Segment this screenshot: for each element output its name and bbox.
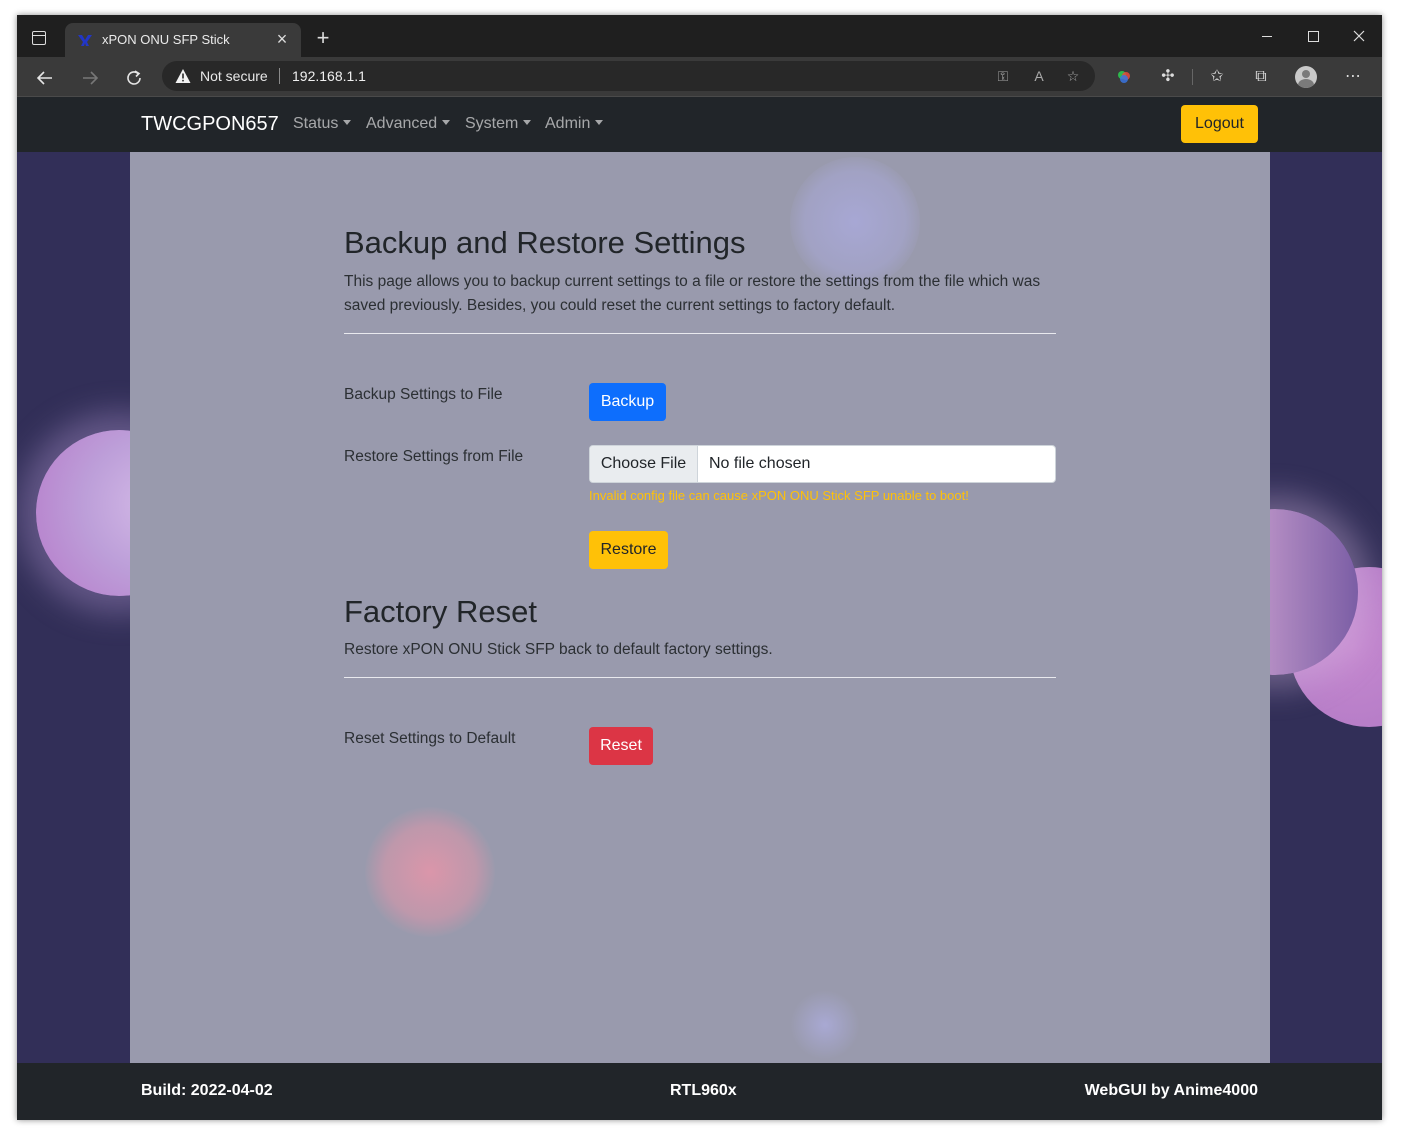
- restore-settings-label: Restore Settings from File: [344, 448, 524, 465]
- close-tab-icon[interactable]: ×: [271, 28, 293, 50]
- new-tab-button[interactable]: +: [311, 26, 335, 50]
- browser-titlebar: xPON ONU SFP Stick × +: [17, 15, 1382, 57]
- key-icon[interactable]: ⚿: [992, 66, 1014, 86]
- back-button[interactable]: [31, 63, 59, 91]
- toolbar-divider: [1192, 69, 1193, 85]
- page-footer: Build: 2022-04-02 RTL960x WebGUI by Anim…: [17, 1063, 1382, 1120]
- maximize-button[interactable]: [1290, 15, 1336, 57]
- background-glow-bottom: [790, 990, 860, 1060]
- address-divider: [279, 68, 280, 84]
- tab-title: xPON ONU SFP Stick: [102, 32, 230, 47]
- extensions-puzzle-icon[interactable]: ✣: [1156, 66, 1180, 88]
- browser-tab[interactable]: xPON ONU SFP Stick ×: [65, 23, 301, 57]
- dropdown-caret-icon: [523, 120, 532, 125]
- main-panel: Backup and Restore Settings This page al…: [130, 152, 1270, 1063]
- nav-menu-admin[interactable]: Admin: [545, 115, 604, 133]
- section-divider: [344, 677, 1056, 678]
- address-bar[interactable]: Not secure 192.168.1.1 ⚿ A ☆: [162, 61, 1095, 91]
- dropdown-caret-icon: [343, 120, 352, 125]
- collections-icon[interactable]: ⧉: [1249, 66, 1273, 88]
- profile-avatar-icon[interactable]: [1295, 66, 1317, 88]
- favorites-icon[interactable]: ✩: [1205, 66, 1229, 88]
- site-favicon-icon: [78, 35, 92, 46]
- browser-window: xPON ONU SFP Stick × + Not secure 192.16…: [17, 15, 1382, 1120]
- backup-restore-description: This page allows you to backup current s…: [344, 273, 1041, 314]
- nav-menu-advanced[interactable]: Advanced: [366, 115, 451, 133]
- read-aloud-icon[interactable]: A: [1028, 66, 1050, 86]
- top-navbar: TWCGPON657 Status Advanced System Admin …: [17, 97, 1382, 152]
- restore-file-input[interactable]: Choose File No file chosen: [589, 445, 1056, 483]
- backup-settings-label: Backup Settings to File: [344, 386, 503, 403]
- backup-restore-title: Backup and Restore Settings: [344, 225, 746, 260]
- factory-reset-description: Restore xPON ONU Stick SFP back to defau…: [344, 641, 773, 658]
- dropdown-caret-icon: [595, 120, 604, 125]
- chip-model-text: RTL960x: [670, 1082, 737, 1099]
- nav-menu-system-label: System: [465, 115, 519, 132]
- back-arrow-icon: [36, 71, 52, 85]
- nav-menu-advanced-label: Advanced: [366, 115, 438, 132]
- tab-actions-menu-icon[interactable]: [32, 31, 46, 45]
- browser-toolbar: Not secure 192.168.1.1 ⚿ A ☆ ✣ ✩ ⧉ ⋯: [17, 57, 1382, 97]
- nav-menu-status-label: Status: [293, 115, 339, 132]
- minimize-icon: [1262, 35, 1272, 37]
- background-glow-top: [790, 157, 920, 287]
- dropdown-caret-icon: [442, 120, 451, 125]
- forward-button[interactable]: [76, 63, 104, 91]
- nav-menu-system[interactable]: System: [465, 115, 532, 133]
- nav-menu-status[interactable]: Status: [293, 115, 352, 133]
- forward-arrow-icon: [83, 71, 99, 85]
- warning-icon: [175, 69, 191, 83]
- factory-reset-title: Factory Reset: [344, 594, 537, 629]
- nav-menu-admin-label: Admin: [545, 115, 591, 132]
- build-date-text: Build: 2022-04-02: [141, 1082, 273, 1099]
- restore-warning-text: Invalid config file can cause xPON ONU S…: [589, 488, 969, 503]
- close-icon: [1353, 30, 1365, 42]
- url-text[interactable]: 192.168.1.1: [292, 68, 366, 84]
- section-divider: [344, 333, 1056, 334]
- minimize-button[interactable]: [1244, 15, 1290, 57]
- security-status-label[interactable]: Not secure: [200, 68, 268, 84]
- reset-settings-label: Reset Settings to Default: [344, 730, 516, 747]
- maximize-icon: [1307, 30, 1319, 42]
- extension-color-icon[interactable]: [1112, 66, 1136, 88]
- reset-button[interactable]: Reset: [589, 727, 653, 765]
- logout-button[interactable]: Logout: [1181, 105, 1258, 143]
- refresh-icon: [127, 70, 141, 85]
- add-favorite-icon[interactable]: ☆: [1062, 66, 1084, 86]
- close-window-button[interactable]: [1336, 15, 1382, 57]
- brand-name[interactable]: TWCGPON657: [141, 113, 279, 136]
- backup-button[interactable]: Backup: [589, 383, 666, 421]
- restore-button[interactable]: Restore: [589, 531, 668, 569]
- webgui-credit-text: WebGUI by Anime4000: [1084, 1082, 1258, 1099]
- web-page: TWCGPON657 Status Advanced System Admin …: [17, 97, 1382, 1120]
- more-options-icon[interactable]: ⋯: [1341, 66, 1365, 88]
- file-status-text: No file chosen: [709, 455, 811, 472]
- background-glow-pink: [365, 807, 495, 937]
- choose-file-button[interactable]: Choose File: [590, 446, 698, 482]
- refresh-button[interactable]: [120, 63, 148, 91]
